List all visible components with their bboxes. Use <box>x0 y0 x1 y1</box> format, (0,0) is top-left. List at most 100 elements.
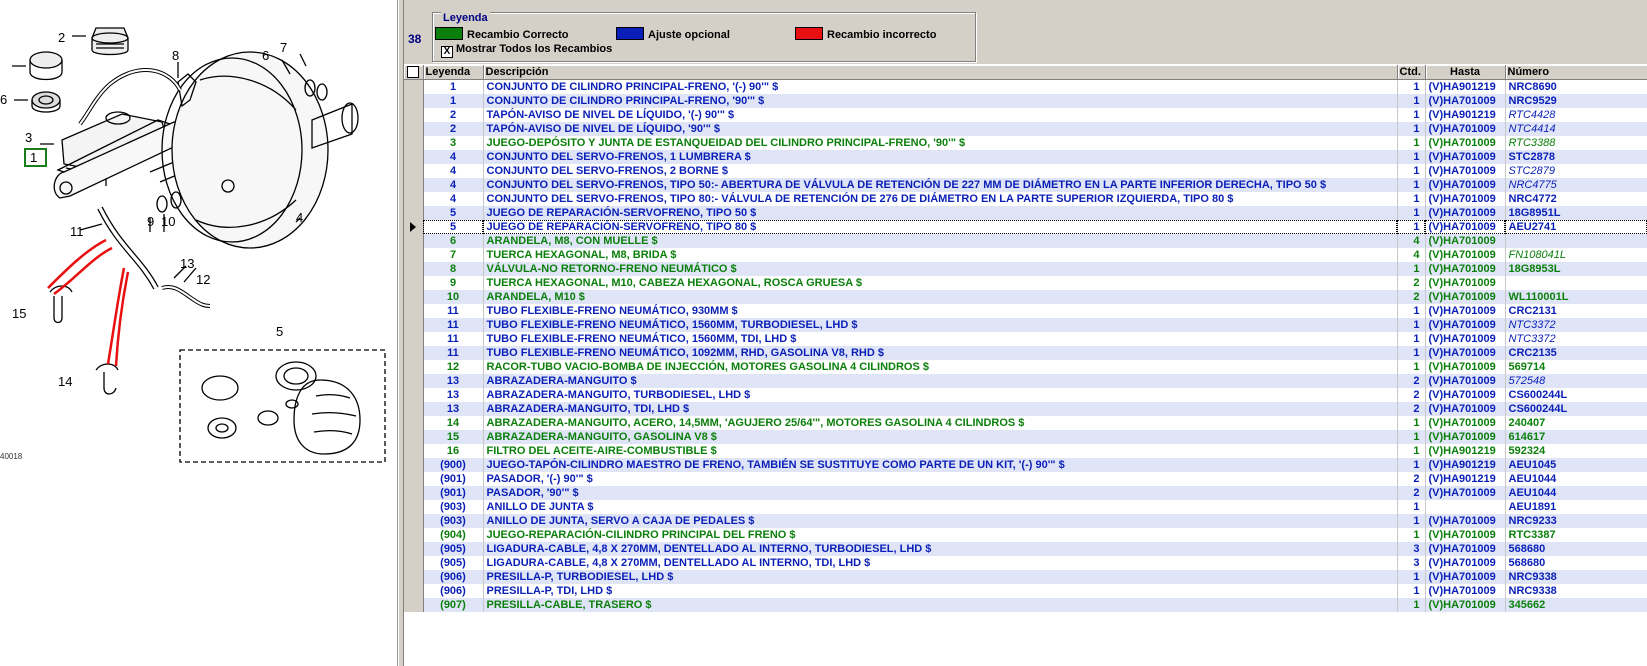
parts-diagram[interactable]: 1 2 3 4 5 6 6 7 8 9 10 11 12 13 14 15 40… <box>0 0 398 666</box>
table-row[interactable]: 10 ARANDELA, M10 $2 (V)HA701009 WL110001L <box>404 290 1647 304</box>
table-row[interactable]: 4 CONJUNTO DEL SERVO-FRENOS, TIPO 50:- AB… <box>404 178 1647 192</box>
row-selector[interactable] <box>404 570 424 584</box>
row-selector[interactable] <box>404 150 424 164</box>
table-row[interactable]: 4 CONJUNTO DEL SERVO-FRENOS, 2 BORNE $1 (V… <box>404 164 1647 178</box>
row-selector[interactable] <box>404 486 424 500</box>
table-row[interactable]: (907) PRESILLA-CABLE, TRASERO $1 (V)HA7010… <box>404 598 1647 612</box>
row-selector[interactable] <box>404 374 424 388</box>
table-row[interactable]: 11 TUBO FLEXIBLE-FRENO NEUMÁTICO, 1560MM,… <box>404 318 1647 332</box>
table-row[interactable]: 13 ABRAZADERA-MANGUITO $2 (V)HA701009 57254… <box>404 374 1647 388</box>
row-selector[interactable] <box>404 79 424 94</box>
row-selector[interactable] <box>404 108 424 122</box>
header-checkbox[interactable] <box>407 65 420 78</box>
row-selector[interactable] <box>404 262 424 276</box>
row-selector[interactable] <box>404 584 424 598</box>
row-selector[interactable] <box>404 458 424 472</box>
column-header-hasta[interactable]: Hasta <box>1425 65 1506 80</box>
callout-4[interactable]: 4 <box>296 210 303 225</box>
table-row[interactable]: (903) ANILLO DE JUNTA, SERVO A CAJA DE PE… <box>404 514 1647 528</box>
table-row[interactable]: 5 JUEGO DE REPARACIÓN-SERVOFRENO, TIPO 80… <box>404 220 1647 234</box>
table-row[interactable]: 11 TUBO FLEXIBLE-FRENO NEUMÁTICO, 1560MM,… <box>404 332 1647 346</box>
table-row[interactable]: (905) LIGADURA-CABLE, 4,8 X 270MM, DENTEL… <box>404 542 1647 556</box>
row-selector[interactable] <box>404 346 424 360</box>
table-row[interactable]: (901) PASADOR, '(-) 90'" $2 (V)HA901219 AEU… <box>404 472 1647 486</box>
table-row[interactable]: 13 ABRAZADERA-MANGUITO, TURBODIESEL, LHD … <box>404 388 1647 402</box>
table-row[interactable]: (903) ANILLO DE JUNTA $1 AEU1891 <box>404 500 1647 514</box>
callout-10[interactable]: 10 <box>161 214 175 229</box>
callout-15[interactable]: 15 <box>12 306 26 321</box>
row-selector[interactable] <box>404 94 424 108</box>
row-selector[interactable] <box>404 556 424 570</box>
table-row[interactable]: 11 TUBO FLEXIBLE-FRENO NEUMÁTICO, 930MM $… <box>404 304 1647 318</box>
row-selector[interactable] <box>404 122 424 136</box>
callout-12[interactable]: 12 <box>196 272 210 287</box>
row-selector[interactable] <box>404 528 424 542</box>
callout-2[interactable]: 2 <box>58 30 65 45</box>
table-row[interactable]: 7 TUERCA HEXAGONAL, M8, BRIDA $4 (V)HA7010… <box>404 248 1647 262</box>
callout-13[interactable]: 13 <box>180 256 194 271</box>
row-selector[interactable] <box>404 500 424 514</box>
row-selector[interactable] <box>404 402 424 416</box>
column-header-cantidad[interactable]: Ctd. <box>1397 65 1426 80</box>
table-row[interactable]: 8 VÁLVULA-NO RETORNO-FRENO NEUMÁTICO $1 (V… <box>404 262 1647 276</box>
column-header-numero[interactable]: Número <box>1505 65 1647 80</box>
callout-9[interactable]: 9 <box>147 214 154 229</box>
callout-6b[interactable]: 6 <box>262 48 269 63</box>
table-row[interactable]: 11 TUBO FLEXIBLE-FRENO NEUMÁTICO, 1092MM,… <box>404 346 1647 360</box>
row-selector[interactable] <box>404 388 424 402</box>
show-all-parts-checkbox[interactable]: X Mostrar Todos los Recambios <box>441 42 612 58</box>
table-row[interactable]: 15 ABRAZADERA-MANGUITO, GASOLINA V8 $1 (V)… <box>404 430 1647 444</box>
row-selector[interactable] <box>404 444 424 458</box>
row-selector[interactable] <box>404 416 424 430</box>
table-row[interactable]: 3 JUEGO-DEPÓSITO Y JUNTA DE ESTANQUEIDAD … <box>404 136 1647 150</box>
table-row[interactable]: 14 ABRAZADERA-MANGUITO, ACERO, 14,5MM, 'A… <box>404 416 1647 430</box>
callout-7[interactable]: 7 <box>280 40 287 55</box>
row-selector[interactable] <box>404 206 424 220</box>
callout-3[interactable]: 3 <box>25 130 32 145</box>
callout-6a[interactable]: 6 <box>0 92 7 107</box>
row-selector[interactable] <box>404 332 424 346</box>
table-row[interactable]: (906) PRESILLA-P, TURBODIESEL, LHD $1 (V)H… <box>404 570 1647 584</box>
row-selector[interactable] <box>404 248 424 262</box>
table-row[interactable]: 13 ABRAZADERA-MANGUITO, TDI, LHD $2 (V)HA7… <box>404 402 1647 416</box>
checkbox-mark[interactable]: X <box>441 46 453 58</box>
row-selector[interactable] <box>404 542 424 556</box>
column-header-descripcion[interactable]: Descripción <box>483 65 1398 80</box>
row-selector[interactable] <box>404 164 424 178</box>
table-row[interactable]: 4 CONJUNTO DEL SERVO-FRENOS, 1 LUMBRERA $… <box>404 150 1647 164</box>
table-row[interactable]: (900) JUEGO-TAPÓN-CILINDRO MAESTRO DE FRE… <box>404 458 1647 472</box>
row-selector[interactable] <box>404 234 424 248</box>
row-selector[interactable] <box>404 514 424 528</box>
callout-11[interactable]: 11 <box>70 224 84 239</box>
callout-14[interactable]: 14 <box>58 374 72 389</box>
row-selector[interactable] <box>404 472 424 486</box>
table-row[interactable]: 5 JUEGO DE REPARACIÓN-SERVOFRENO, TIPO 50… <box>404 206 1647 220</box>
table-row[interactable]: (906) PRESILLA-P, TDI, LHD $1 (V)HA701009 N… <box>404 584 1647 598</box>
table-row[interactable]: 1 CONJUNTO DE CILINDRO PRINCIPAL-FRENO, '… <box>404 79 1647 94</box>
table-row[interactable]: 4 CONJUNTO DEL SERVO-FRENOS, TIPO 80:- VÁ… <box>404 192 1647 206</box>
table-row[interactable]: 6 ARANDELA, M8, CON MUELLE $4 (V)HA701009 <box>404 234 1647 248</box>
row-selector[interactable] <box>404 220 424 234</box>
callout-8[interactable]: 8 <box>172 48 179 63</box>
column-header-leyenda[interactable]: Leyenda <box>423 65 484 80</box>
row-selector[interactable] <box>404 276 424 290</box>
table-row[interactable]: 2 TAPÓN-AVISO DE NIVEL DE LÍQUIDO, '(-) 9… <box>404 108 1647 122</box>
table-row[interactable]: (904) JUEGO-REPARACIÓN-CILINDRO PRINCIPAL… <box>404 528 1647 542</box>
row-selector[interactable] <box>404 304 424 318</box>
table-row[interactable]: 2 TAPÓN-AVISO DE NIVEL DE LÍQUIDO, '90'" … <box>404 122 1647 136</box>
table-row[interactable]: (901) PASADOR, '90'" $2 (V)HA701009 AEU1044 <box>404 486 1647 500</box>
table-row[interactable]: 1 CONJUNTO DE CILINDRO PRINCIPAL-FRENO, '… <box>404 94 1647 108</box>
table-row[interactable]: 12 RACOR-TUBO VACIO-BOMBA DE INJECCIÓN, M… <box>404 360 1647 374</box>
row-selector[interactable] <box>404 178 424 192</box>
row-selector[interactable] <box>404 136 424 150</box>
callout-1[interactable]: 1 <box>30 150 37 165</box>
table-row[interactable]: (905) LIGADURA-CABLE, 4,8 X 270MM, DENTEL… <box>404 556 1647 570</box>
table-row[interactable]: 9 TUERCA HEXAGONAL, M10, CABEZA HEXAGONAL… <box>404 276 1647 290</box>
select-all-checkbox-header[interactable] <box>404 65 424 80</box>
callout-5[interactable]: 5 <box>276 324 283 339</box>
row-selector[interactable] <box>404 430 424 444</box>
table-row[interactable]: 16 FILTRO DEL ACEITE-AIRE-COMBUSTIBLE $1(… <box>404 444 1647 458</box>
row-selector[interactable] <box>404 290 424 304</box>
row-selector[interactable] <box>404 360 424 374</box>
row-selector[interactable] <box>404 192 424 206</box>
